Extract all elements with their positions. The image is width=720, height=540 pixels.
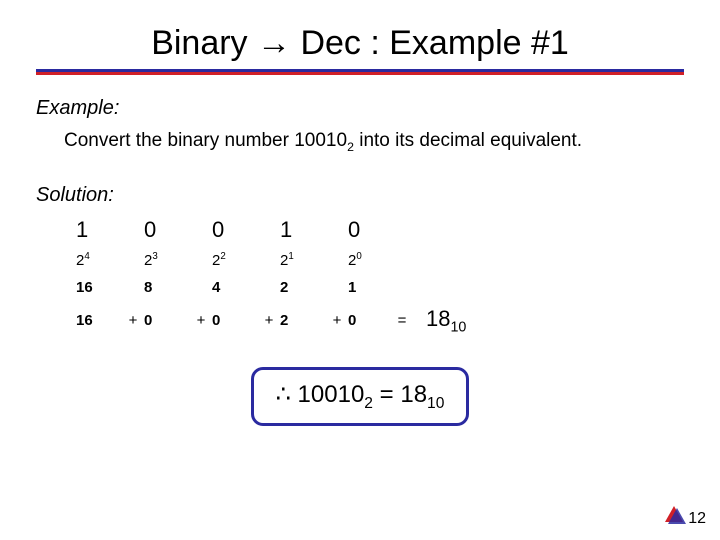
- slide-title: Binary → Dec : Example #1: [36, 24, 684, 69]
- example-text: Convert the binary number 100102 into it…: [36, 130, 684, 154]
- plus-icon: +: [258, 306, 280, 335]
- place-value: 2: [280, 279, 326, 306]
- product: 0: [144, 306, 190, 335]
- powers-row: 24 23 22 21 20: [76, 251, 466, 279]
- product: 16: [76, 306, 122, 335]
- conclusion-binary-sub: 2: [364, 395, 373, 412]
- power: 21: [280, 251, 326, 279]
- place-value: 4: [212, 279, 258, 306]
- bit: 0: [212, 217, 258, 251]
- place-values-row: 16 8 4 2 1: [76, 279, 466, 306]
- plus-icon: +: [326, 306, 348, 335]
- power: 23: [144, 251, 190, 279]
- place-value: 8: [144, 279, 190, 306]
- example-text-b: into its decimal equivalent.: [354, 130, 582, 151]
- example-text-sub: 2: [347, 140, 354, 154]
- bit: 1: [76, 217, 122, 251]
- power: 24: [76, 251, 122, 279]
- conclusion-dec-sub: 10: [427, 395, 444, 412]
- place-value: 1: [348, 279, 394, 306]
- bits-row: 1 0 0 1 0: [76, 217, 466, 251]
- power: 22: [212, 251, 258, 279]
- equals-sign: =: [394, 306, 416, 335]
- therefore-icon: ∴: [276, 381, 291, 408]
- conversion-table: 1 0 0 1 0 24 23 22 21 20 16 8 4 2 1 16 +…: [76, 217, 466, 335]
- logo-icon: [662, 504, 686, 526]
- plus-icon: +: [122, 306, 144, 335]
- bit: 0: [144, 217, 190, 251]
- product: 2: [280, 306, 326, 335]
- plus-icon: +: [190, 306, 212, 335]
- page-number: 12: [688, 510, 706, 528]
- product: 0: [348, 306, 394, 335]
- conclusion-binary: 10010: [298, 381, 365, 408]
- sum-row: 16 + 0 + 0 + 2 + 0 = 1810: [76, 306, 466, 335]
- title-underline: [36, 69, 684, 75]
- bit: 0: [348, 217, 394, 251]
- decimal-result: 1810: [416, 306, 466, 335]
- solution-label: Solution:: [36, 184, 684, 207]
- place-value: 16: [76, 279, 122, 306]
- example-label: Example:: [36, 97, 684, 120]
- conclusion-box: ∴ 100102 = 1810: [251, 367, 470, 426]
- conclusion-eq: =: [373, 381, 400, 408]
- bit: 1: [280, 217, 326, 251]
- power: 20: [348, 251, 394, 279]
- example-text-a: Convert the binary number 10010: [64, 130, 347, 151]
- conclusion-dec: 18: [400, 381, 427, 408]
- product: 0: [212, 306, 258, 335]
